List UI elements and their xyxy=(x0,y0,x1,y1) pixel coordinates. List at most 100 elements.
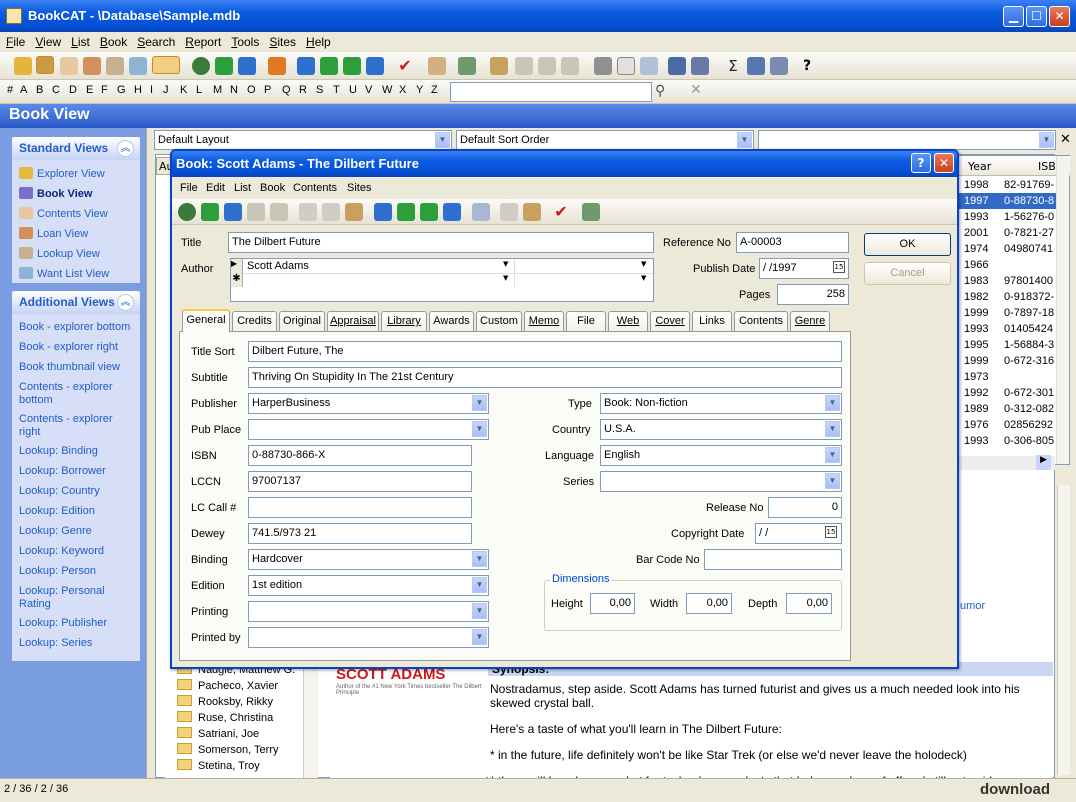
up-icon[interactable] xyxy=(238,57,256,75)
chevron-down-icon[interactable]: ▼ xyxy=(472,577,487,593)
search-icon[interactable] xyxy=(472,203,490,221)
refresh-icon[interactable] xyxy=(268,57,286,75)
series-select[interactable]: ▼ xyxy=(600,471,842,492)
tree-item[interactable]: Rooksby, Rikky xyxy=(177,695,273,708)
column-header-year[interactable]: Year xyxy=(968,160,991,173)
up-icon[interactable] xyxy=(224,203,242,221)
cut-icon[interactable] xyxy=(299,203,317,221)
binding-select[interactable]: Hardcover ▼ xyxy=(248,549,489,570)
view-item-book[interactable]: Book View xyxy=(19,187,92,201)
alpha-search-input[interactable] xyxy=(450,82,652,102)
refno-input[interactable]: A-00003 xyxy=(736,232,849,253)
dialog-menu-sites[interactable]: Sites xyxy=(347,182,371,194)
menu-search[interactable]: Search xyxy=(131,32,179,49)
table-row[interactable]: 1974 04980741 xyxy=(958,241,1058,257)
calendar-icon[interactable]: 15 xyxy=(833,261,845,273)
alpha-n[interactable]: N xyxy=(230,84,238,96)
edit-icon[interactable] xyxy=(500,203,518,221)
width-input[interactable]: 0,00 xyxy=(686,593,732,614)
title-sort-input[interactable]: Dilbert Future, The xyxy=(248,341,842,362)
open-icon[interactable] xyxy=(14,57,32,75)
lookup-icon[interactable] xyxy=(106,57,124,75)
add-icon[interactable] xyxy=(215,57,233,75)
chevron-down-icon[interactable]: ▼ xyxy=(503,274,508,282)
menu-sites[interactable]: Sites xyxy=(263,32,300,49)
view-item[interactable]: Contents - explorer right xyxy=(19,413,131,439)
detail-scrollbar[interactable] xyxy=(1057,485,1070,775)
view-item[interactable]: Lookup: Publisher xyxy=(19,617,107,630)
wantlist-icon[interactable] xyxy=(129,57,147,75)
table-row[interactable]: 1999 0-7897-18 xyxy=(958,305,1058,321)
forward-icon[interactable] xyxy=(538,57,556,75)
minimize-button[interactable]: ▁ xyxy=(1003,6,1024,27)
alpha-l[interactable]: L xyxy=(196,84,202,96)
type-select[interactable]: Book: Non-fiction ▼ xyxy=(600,393,842,414)
tab-general[interactable]: General xyxy=(182,309,230,332)
table-row[interactable]: 1993 01405424 xyxy=(958,321,1058,337)
dialog-menu-edit[interactable]: Edit xyxy=(206,182,225,194)
isbn-input[interactable]: 0-88730-866-X xyxy=(248,445,472,466)
tree-item[interactable]: Somerson, Terry xyxy=(177,743,279,756)
printing-select[interactable]: ▼ xyxy=(248,601,489,622)
menu-tools[interactable]: Tools xyxy=(225,32,263,49)
alpha-q[interactable]: Q xyxy=(282,84,291,96)
clear-icon[interactable]: ✕ xyxy=(690,82,702,98)
view-item-loan[interactable]: Loan View xyxy=(19,227,88,241)
alpha-s[interactable]: S xyxy=(316,84,323,96)
list-icon[interactable] xyxy=(668,57,686,75)
close-panel-icon[interactable]: ✕ xyxy=(1060,132,1071,147)
splitter[interactable] xyxy=(146,128,154,778)
contents-icon[interactable] xyxy=(60,57,78,75)
alpha-r[interactable]: R xyxy=(299,84,307,96)
view-item-explorer[interactable]: Explorer View xyxy=(19,167,105,181)
chevron-down-icon[interactable]: ▼ xyxy=(825,421,840,437)
help-button[interactable]: ? xyxy=(911,153,931,173)
chart-icon[interactable] xyxy=(747,57,765,75)
collapse-chevron-icon[interactable]: ︽ xyxy=(117,294,134,311)
print-icon[interactable] xyxy=(594,57,612,75)
alpha-o[interactable]: O xyxy=(247,84,256,96)
alpha-e[interactable]: E xyxy=(86,84,93,96)
pages-input[interactable]: 258 xyxy=(777,284,849,305)
view-item[interactable]: Lookup: Personal Rating xyxy=(19,585,119,611)
alpha-h[interactable]: H xyxy=(134,84,142,96)
tab-appraisal[interactable]: Appraisal xyxy=(327,311,379,331)
table-row[interactable]: 1993 1-56276-0 xyxy=(958,209,1058,225)
alpha-t[interactable]: T xyxy=(333,84,340,96)
dialog-close-button[interactable]: ✕ xyxy=(934,153,954,173)
next-icon[interactable] xyxy=(343,57,361,75)
prev-icon[interactable] xyxy=(320,57,338,75)
view-item[interactable]: Lookup: Keyword xyxy=(19,545,104,558)
chevron-down-icon[interactable]: ▼ xyxy=(825,395,840,411)
table-row[interactable]: 1989 0-312-082 xyxy=(958,401,1058,417)
alpha-u[interactable]: U xyxy=(349,84,357,96)
loan-icon[interactable] xyxy=(83,57,101,75)
tab-library[interactable]: Library xyxy=(381,311,427,331)
windows-icon[interactable] xyxy=(561,57,579,75)
view-item[interactable]: Lookup: Person xyxy=(19,565,96,578)
paste-icon[interactable] xyxy=(345,203,363,221)
view-item[interactable]: Book - explorer bottom xyxy=(19,321,130,334)
view-item[interactable]: Lookup: Genre xyxy=(19,525,92,538)
copy-icon[interactable] xyxy=(322,203,340,221)
save-icon[interactable] xyxy=(247,203,265,221)
chevron-down-icon[interactable]: ▼ xyxy=(825,447,840,463)
alpha-v[interactable]: V xyxy=(365,84,372,96)
alpha-p[interactable]: P xyxy=(264,84,271,96)
view-dropdown-icon[interactable] xyxy=(152,56,180,74)
book-grid[interactable]: Year ISB 1998 82-91769- 1997 0-88730-8 1993 1… xyxy=(957,155,1070,465)
chevron-down-icon[interactable]: ▼ xyxy=(435,132,450,148)
alpha-a[interactable]: A xyxy=(20,84,27,96)
stats-icon[interactable] xyxy=(770,57,788,75)
dialog-menu-list[interactable]: List xyxy=(234,182,251,194)
edition-select[interactable]: 1st edition ▼ xyxy=(248,575,489,596)
alpha-c[interactable]: C xyxy=(52,84,60,96)
book-view-icon[interactable] xyxy=(36,56,54,74)
alpha-z[interactable]: Z xyxy=(431,84,438,96)
table-row[interactable]: 1976 02856292 xyxy=(958,417,1058,433)
grid-scrollbar[interactable] xyxy=(1056,156,1069,464)
view-item-lookup[interactable]: Lookup View xyxy=(19,247,100,261)
alpha-hash[interactable]: # xyxy=(7,84,13,96)
check-icon[interactable]: ✔ xyxy=(552,203,570,221)
menu-file[interactable]: File xyxy=(0,32,29,49)
